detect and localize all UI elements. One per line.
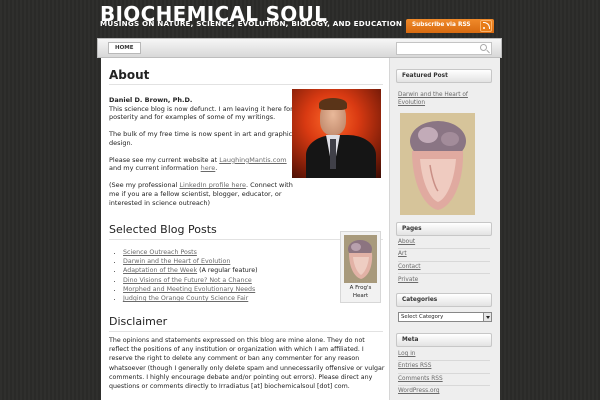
- meta-wordpress-link[interactable]: WordPress.org: [398, 388, 440, 394]
- sidebar-page-about[interactable]: About: [398, 239, 415, 245]
- featured-post-link[interactable]: Darwin and the Heart of Evolution: [398, 91, 492, 107]
- selected-posts-heading: Selected Blog Posts: [109, 223, 217, 236]
- list-item: Dino Visions of the Future? Not a Chance: [123, 276, 338, 285]
- meta-login-link[interactable]: Log in: [398, 351, 415, 357]
- title-divider: [109, 84, 383, 85]
- laughingmantis-link[interactable]: LaughingMantis.com: [219, 156, 286, 164]
- frog-heart-figure: A Frog's Heart: [340, 231, 381, 303]
- featured-post-heading: Featured Post: [396, 69, 492, 83]
- post-link[interactable]: Morphed and Meeting Evolutionary Needs: [123, 286, 255, 293]
- website-prefix: Please see my current website at: [109, 155, 220, 164]
- sidebar: Featured Post Darwin and the Heart of Ev…: [389, 58, 500, 400]
- disclaimer-heading: Disclaimer: [109, 315, 168, 328]
- chevron-down-icon[interactable]: [483, 313, 491, 321]
- site-tagline: MUSINGS ON NATURE, SCIENCE, EVOLUTION, B…: [100, 19, 403, 28]
- search-input[interactable]: [396, 42, 492, 55]
- pages-heading: Pages: [396, 222, 492, 236]
- website-mid: and my current information: [109, 164, 201, 173]
- frog-heart-image[interactable]: [344, 235, 377, 283]
- linkedin-profile-link[interactable]: LinkedIn profile here: [179, 181, 246, 189]
- meta-heading: Meta: [396, 333, 492, 347]
- post-link[interactable]: Darwin and the Heart of Evolution: [123, 258, 230, 265]
- list-item: Morphed and Meeting Evolutionary Needs: [123, 285, 338, 294]
- page-title: About: [109, 68, 150, 82]
- categories-heading: Categories: [396, 293, 492, 307]
- frog-heart-caption: A Frog's Heart: [349, 285, 372, 299]
- page-body: About Daniel D. Brown, Ph.D. This scienc…: [101, 58, 500, 400]
- list-item: Science Outreach Posts: [123, 248, 338, 257]
- website-end: .: [215, 164, 218, 173]
- disclaimer-text: The opinions and statements expressed on…: [109, 337, 385, 391]
- sidebar-page-private[interactable]: Private: [398, 277, 418, 283]
- author-portrait: [292, 89, 381, 178]
- sidebar-page-art[interactable]: Art: [398, 251, 407, 257]
- category-select-value: Select Category: [401, 314, 444, 320]
- list-item: Judging the Orange County Science Fair: [123, 294, 338, 303]
- subscribe-rss-button[interactable]: Subscribe via RSS: [406, 19, 494, 33]
- sidebar-page-contact[interactable]: Contact: [398, 264, 421, 270]
- post-link[interactable]: Science Outreach Posts: [123, 249, 197, 256]
- current-info-link[interactable]: here: [201, 164, 216, 172]
- linkedin-prefix: (See my professional: [109, 181, 180, 190]
- post-link[interactable]: Dino Visions of the Future? Not a Chance: [123, 277, 252, 284]
- about-text: Daniel D. Brown, Ph.D. This science blog…: [109, 96, 293, 216]
- rss-icon: [480, 20, 492, 32]
- nav-home-tab[interactable]: HOME: [108, 42, 141, 54]
- main-content: About Daniel D. Brown, Ph.D. This scienc…: [101, 58, 389, 400]
- meta-comments-rss-link[interactable]: Comments RSS: [398, 376, 443, 382]
- about-free-time: The bulk of my free time is now spent in…: [109, 130, 293, 147]
- featured-post-image[interactable]: [400, 113, 475, 215]
- post-link[interactable]: Adaptation of the Week: [123, 267, 197, 274]
- meta-entries-rss-link[interactable]: Entries RSS: [398, 363, 431, 369]
- disclaimer-divider: [109, 331, 383, 332]
- subscribe-rss-label: Subscribe via RSS: [412, 22, 471, 28]
- author-name: Daniel D. Brown, Ph.D.: [109, 96, 193, 104]
- list-item: Adaptation of the Week (A regular featur…: [123, 266, 338, 275]
- category-select[interactable]: Select Category: [398, 312, 492, 322]
- about-intro: This science blog is now defunct. I am l…: [109, 104, 293, 122]
- selected-posts-list: Science Outreach Posts Darwin and the He…: [123, 248, 338, 303]
- post-link[interactable]: Judging the Orange County Science Fair: [123, 295, 248, 302]
- navigation-bar: HOME: [97, 38, 502, 58]
- search-icon[interactable]: [480, 44, 487, 51]
- list-item: Darwin and the Heart of Evolution: [123, 257, 338, 266]
